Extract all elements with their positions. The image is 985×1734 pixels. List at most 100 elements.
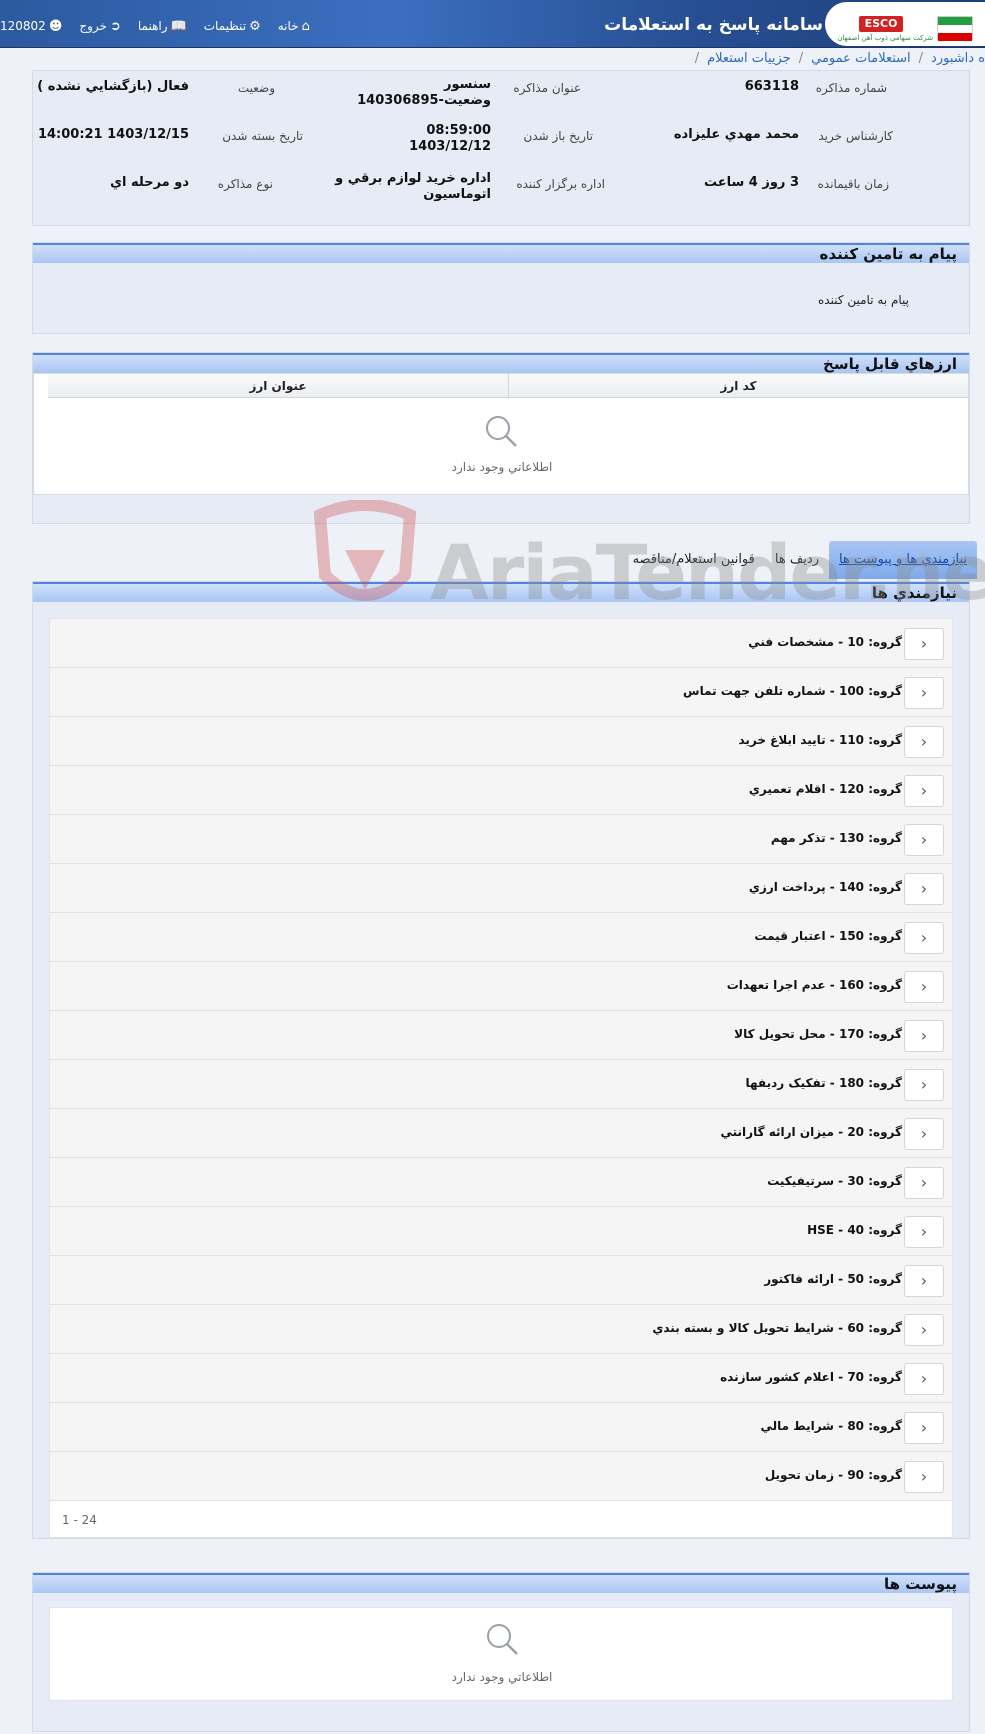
requirement-group-row[interactable]: ‹ گروه: 50 - ارائه فاکتور: [50, 1256, 952, 1305]
help-button[interactable]: راهنما 📖: [138, 19, 190, 34]
negotiation-number: 663118: [744, 79, 799, 94]
breadcrumb-public-inquiries[interactable]: استعلامات عمومي: [811, 51, 911, 66]
requirements-header: نيازمندي ها: [33, 582, 969, 602]
requirement-group-row[interactable]: ‹ گروه: 110 - تاييد ابلاغ خريد: [50, 717, 952, 766]
breadcrumb-inquiry-details[interactable]: جزييات استعلام: [707, 51, 791, 66]
attachments-header: پيوست ها: [33, 1573, 969, 1593]
tab-requirements-attachments[interactable]: نيازمندي ها و پيوست ها: [828, 541, 977, 579]
requirement-group-label: گروه: 50 - ارائه فاکتور: [764, 1272, 902, 1286]
negotiation-title-line1: سنسور: [444, 77, 491, 92]
chevron-left-icon[interactable]: ‹: [904, 873, 944, 905]
chevron-left-icon[interactable]: ‹: [904, 1363, 944, 1395]
open-date: 1403/12/12: [409, 139, 491, 154]
requirement-group-label: گروه: 30 - سرتيفيکيت: [767, 1174, 902, 1188]
col-currency-title[interactable]: عنوان ارز: [48, 374, 508, 398]
chevron-left-icon[interactable]: ‹: [904, 1461, 944, 1493]
chevron-left-icon[interactable]: ‹: [904, 677, 944, 709]
requirements-panel: نيازمندي ها ‹ گروه: 10 - مشخصات فني ‹ گروه:…: [32, 581, 970, 1539]
supplier-message-panel: پيام به تامين کننده پيام به تامين کننده: [32, 242, 970, 334]
company-logo[interactable]: ESCO شرکت سهامی ذوب آهن اصفهان: [825, 2, 985, 46]
requirement-group-row[interactable]: ‹ گروه: 90 - زمان تحويل: [50, 1452, 952, 1501]
requirement-group-label: گروه: 20 - ميزان ارائه گارانتي: [720, 1125, 902, 1139]
currencies-empty-text: اطلاعاتي وجود ندارد: [451, 460, 553, 474]
home-button[interactable]: خانه ⌂: [278, 19, 313, 34]
chevron-left-icon[interactable]: ‹: [904, 726, 944, 758]
attachments-empty-text: اطلاعاتي وجود ندارد: [451, 1670, 553, 1684]
requirement-group-row[interactable]: ‹ گروه: 60 - شرايط تحويل کالا و بسته بندي: [50, 1305, 952, 1354]
chevron-left-icon[interactable]: ‹: [904, 628, 944, 660]
requirement-group-row[interactable]: ‹ گروه: 80 - شرايط مالي: [50, 1403, 952, 1452]
chevron-left-icon[interactable]: ‹: [904, 1412, 944, 1444]
home-icon: ⌂: [301, 19, 310, 34]
chevron-left-icon[interactable]: ‹: [904, 775, 944, 807]
chevron-left-icon[interactable]: ‹: [904, 824, 944, 856]
tab-inquiry-rules[interactable]: قوانين استعلام/مناقصه: [623, 541, 765, 579]
requirement-group-label: گروه: 140 - پرداخت ارزي: [748, 880, 902, 894]
requirement-group-row[interactable]: ‹ گروه: 30 - سرتيفيکيت: [50, 1158, 952, 1207]
requirement-group-row[interactable]: ‹ گروه: 70 - اعلام کشور سازنده: [50, 1354, 952, 1403]
settings-button[interactable]: تنظیمات ⚙: [204, 19, 264, 34]
col-currency-code[interactable]: کد ارز: [508, 374, 968, 398]
requirements-group-list: ‹ گروه: 10 - مشخصات فني ‹ گروه: 100 - شماره…: [49, 618, 953, 1538]
currencies-header: ارزهاي قابل پاسخ: [33, 353, 969, 373]
organizer-label: اداره برگزار کننده: [516, 177, 605, 191]
breadcrumb-separator: /: [918, 50, 924, 66]
chevron-left-icon[interactable]: ‹: [904, 971, 944, 1003]
requirement-group-row[interactable]: ‹ گروه: 20 - ميزان ارائه گارانتي: [50, 1109, 952, 1158]
search-icon: [486, 416, 517, 447]
inquiry-info-panel: شماره مذاکره 663118 عنوان مذاکره سنسور و…: [32, 70, 970, 226]
remaining-time-label: زمان باقيمانده: [817, 177, 889, 191]
chevron-left-icon[interactable]: ‹: [904, 1167, 944, 1199]
requirement-group-row[interactable]: ‹ گروه: 180 - تفکيک رديفها: [50, 1060, 952, 1109]
chevron-left-icon[interactable]: ‹: [904, 922, 944, 954]
requirement-group-label: گروه: 180 - تفکيک رديفها: [745, 1076, 903, 1090]
attachments-panel: پيوست ها اطلاعاتي وجود ندارد: [32, 1572, 970, 1732]
requirement-group-label: گروه: 160 - عدم اجرا تعهدات: [726, 978, 902, 992]
requirement-group-label: گروه: 90 - زمان تحويل: [764, 1468, 902, 1482]
close-date: 1403/12/15 14:00:21: [37, 127, 189, 142]
app-title: سامانه پاسخ به استعلامات: [604, 15, 823, 35]
requirement-group-row[interactable]: ‹ گروه: 170 - محل تحويل کالا: [50, 1011, 952, 1060]
organizer-line2: اتوماسيون: [423, 187, 491, 202]
chevron-left-icon[interactable]: ‹: [904, 1314, 944, 1346]
requirement-group-label: گروه: 100 - شماره تلفن جهت تماس: [683, 684, 902, 698]
organizer-line1: اداره خريد لوازم برقي و: [335, 171, 491, 186]
chevron-left-icon[interactable]: ‹: [904, 1069, 944, 1101]
breadcrumb-separator: /: [798, 50, 804, 66]
requirement-group-row[interactable]: ‹ گروه: 140 - پرداخت ارزي: [50, 864, 952, 913]
pager-range: 1 - 24: [62, 1513, 97, 1527]
supplier-message-text: پيام به تامين کننده: [818, 293, 909, 307]
requirement-group-label: گروه: 70 - اعلام کشور سازنده: [720, 1370, 902, 1384]
open-time: 08:59:00: [426, 123, 491, 138]
logo-subtitle: شرکت سهامی ذوب آهن اصفهان: [837, 34, 933, 42]
requirement-group-row[interactable]: ‹ گروه: 40 - HSE: [50, 1207, 952, 1256]
chevron-left-icon[interactable]: ‹: [904, 1216, 944, 1248]
breadcrumb-dashboard[interactable]: ه داشبورد: [931, 51, 985, 66]
requirement-group-row[interactable]: ‹ گروه: 150 - اعتبار قيمت: [50, 913, 952, 962]
detail-tabs: نيازمندي ها و پيوست ها رديف ها قوانين اس…: [623, 541, 977, 579]
tab-rows[interactable]: رديف ها: [765, 541, 829, 579]
requirement-group-label: گروه: 150 - اعتبار قيمت: [754, 929, 902, 943]
chevron-left-icon[interactable]: ‹: [904, 1020, 944, 1052]
requirement-group-label: گروه: 80 - شرايط مالي: [760, 1419, 902, 1433]
chevron-left-icon[interactable]: ‹: [904, 1118, 944, 1150]
currencies-title: ارزهاي قابل پاسخ: [823, 355, 957, 373]
requirement-group-row[interactable]: ‹ گروه: 130 - تذکر مهم: [50, 815, 952, 864]
logout-icon: ➲: [109, 19, 121, 34]
negotiation-title-line2: وضعيت-140306895: [357, 93, 491, 108]
status-label: وضعيت: [237, 81, 275, 95]
requirement-group-row[interactable]: ‹ گروه: 100 - شماره تلفن جهت تماس: [50, 668, 952, 717]
logout-button[interactable]: خروج ➲: [79, 19, 124, 34]
chevron-left-icon[interactable]: ‹: [904, 1265, 944, 1297]
user-id[interactable]: 120802 ☻: [0, 19, 65, 34]
negotiation-title-label: عنوان مذاکره: [513, 81, 581, 95]
gear-icon: ⚙: [249, 19, 261, 34]
esco-logo: ESCO: [859, 16, 903, 32]
negotiation-type: دو مرحله اي: [110, 175, 189, 190]
requirement-group-row[interactable]: ‹ گروه: 10 - مشخصات فني: [50, 619, 952, 668]
supplier-message-header: پيام به تامين کننده: [33, 243, 969, 263]
remaining-time: 3 روز 4 ساعت: [703, 175, 799, 190]
requirement-group-row[interactable]: ‹ گروه: 120 - اقلام تعميري: [50, 766, 952, 815]
requirement-group-row[interactable]: ‹ گروه: 160 - عدم اجرا تعهدات: [50, 962, 952, 1011]
breadcrumb: ه داشبورد / استعلامات عمومي / جزييات است…: [0, 48, 985, 68]
